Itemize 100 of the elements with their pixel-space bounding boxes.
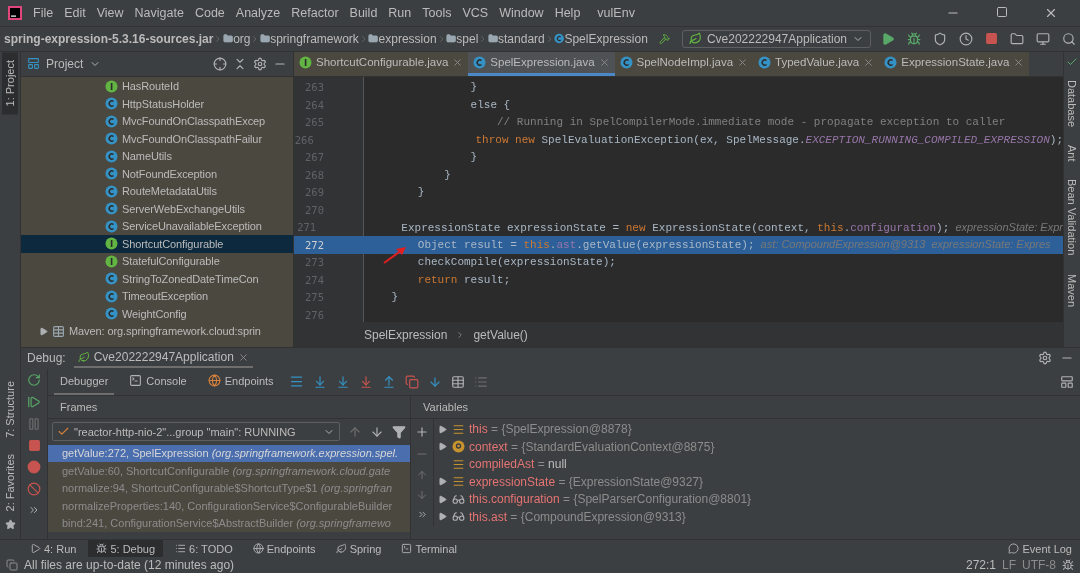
- menu-item[interactable]: View: [96, 5, 124, 20]
- pause-icon[interactable]: [27, 416, 41, 431]
- tree-item[interactable]: RouteMetadataUtils: [122, 185, 217, 198]
- tree-item[interactable]: NameUtils: [122, 150, 172, 163]
- editor-tab[interactable]: ShortcutConfigurable.java: [294, 51, 469, 76]
- add-icon[interactable]: [415, 424, 429, 439]
- menu-item[interactable]: Edit: [64, 5, 86, 20]
- tree-item[interactable]: WeightConfig: [122, 308, 187, 320]
- layout-icon[interactable]: [1060, 374, 1074, 389]
- stack-frame[interactable]: getValue:272, SpelExpression (org.springframework.expression.spel.: [48, 444, 410, 463]
- evaluate-icon[interactable]: [450, 374, 465, 389]
- resume-icon[interactable]: [27, 394, 41, 409]
- variable-entry[interactable]: context = {StandardEvaluationContext@8875}: [469, 440, 715, 454]
- menu-item[interactable]: Build: [349, 5, 378, 20]
- tree-item[interactable]: ServerWebExchangeUtils: [122, 203, 245, 215]
- menu-item[interactable]: Navigate: [134, 5, 184, 20]
- run-to-cursor-icon[interactable]: [427, 374, 442, 389]
- variable-entry[interactable]: this.ast = {CompoundExpression@9313}: [469, 510, 686, 524]
- debug-icon[interactable]: [907, 31, 921, 46]
- close-tab-icon[interactable]: [737, 56, 749, 68]
- file-encoding[interactable]: UTF-8: [1022, 558, 1056, 573]
- breadcrumb-item[interactable]: org: [233, 31, 251, 46]
- stop-icon[interactable]: [985, 32, 998, 46]
- breadcrumb-item[interactable]: SpelExpression: [364, 327, 448, 342]
- variable-entry[interactable]: compiledAst = null: [469, 457, 567, 472]
- breadcrumb-item[interactable]: standard: [498, 31, 545, 46]
- tree-item[interactable]: Maven: org.springframework.cloud:sprin: [69, 325, 261, 338]
- breadcrumb-item[interactable]: getValue(): [473, 327, 528, 342]
- tree-item[interactable]: MvcFoundOnClasspathFailur: [122, 133, 262, 145]
- line-separator[interactable]: LF: [1002, 558, 1016, 573]
- close-tab-icon[interactable]: [1013, 56, 1025, 68]
- tree-item[interactable]: HttpStatusHolder: [122, 98, 205, 110]
- panel-title[interactable]: Project: [46, 56, 84, 71]
- variable-entry[interactable]: expressionState = {ExpressionState@9327}: [469, 475, 704, 489]
- tool-window-button[interactable]: Terminal: [393, 540, 465, 558]
- project-structure-icon[interactable]: [1010, 31, 1024, 46]
- thread-dropdown[interactable]: "reactor-http-nio-2"...group "main": RUNNING: [52, 422, 340, 442]
- drop-frame-icon[interactable]: [404, 374, 419, 389]
- tool-window-button[interactable]: 5: Debug: [88, 540, 164, 558]
- breadcrumb-item[interactable]: spring-expression-5.3.16-sources.jar: [4, 31, 214, 46]
- tree-item[interactable]: TimeoutException: [122, 290, 209, 303]
- settings-icon[interactable]: [253, 56, 267, 71]
- expand-icon[interactable]: [39, 327, 48, 336]
- coverage-icon[interactable]: [933, 31, 947, 46]
- tree-item[interactable]: HasRouteId: [122, 80, 180, 93]
- rerun-icon[interactable]: [27, 372, 41, 387]
- tool-window-button[interactable]: 4: Run: [22, 540, 85, 558]
- force-step-icon[interactable]: [358, 374, 373, 389]
- locate-icon[interactable]: [213, 56, 227, 71]
- menu-item[interactable]: File: [33, 5, 54, 20]
- profile-icon[interactable]: [959, 31, 973, 46]
- breadcrumb-item[interactable]: spel: [456, 31, 479, 46]
- menu-item[interactable]: Help: [554, 5, 581, 20]
- breadcrumb-item[interactable]: expression: [378, 31, 437, 46]
- side-tab[interactable]: 7: Structure: [2, 372, 18, 446]
- editor-tab[interactable]: SpelExpression.java: [468, 51, 615, 76]
- trace-icon[interactable]: [473, 374, 488, 389]
- editor-tab[interactable]: ExpressionState.java: [879, 51, 1030, 76]
- side-tab[interactable]: Ant: [1065, 138, 1079, 168]
- menu-item[interactable]: Window: [499, 5, 544, 20]
- breakpoints-icon[interactable]: [27, 459, 41, 474]
- run-icon[interactable]: [881, 31, 895, 46]
- menu-item[interactable]: VCS: [462, 5, 489, 20]
- step-over-icon[interactable]: [312, 374, 327, 389]
- close-tab-icon[interactable]: [452, 56, 464, 68]
- filter-icon[interactable]: [392, 424, 406, 439]
- editor-tab[interactable]: SpelNodeImpl.java: [614, 51, 754, 76]
- side-tab[interactable]: 2: Favorites: [2, 445, 18, 520]
- menu-item[interactable]: Refactor: [291, 5, 339, 20]
- close-tab-icon[interactable]: [598, 56, 610, 68]
- cursor-position[interactable]: 272:1: [965, 558, 996, 573]
- build-icon[interactable]: [658, 31, 670, 46]
- close-tab-icon[interactable]: [237, 351, 249, 363]
- menu-icon[interactable]: [288, 374, 304, 390]
- menu-item[interactable]: Code: [194, 5, 225, 20]
- up-icon[interactable]: [348, 424, 362, 439]
- editor-tab[interactable]: TypedValue.java: [753, 51, 880, 76]
- stop-icon[interactable]: [27, 438, 41, 452]
- breadcrumb-item[interactable]: SpelExpression: [564, 31, 648, 46]
- tree-item[interactable]: ServiceUnavailableException: [122, 220, 262, 233]
- step-into-icon[interactable]: [335, 374, 350, 389]
- settings-icon[interactable]: [1038, 351, 1052, 366]
- debug-tab[interactable]: Endpoints: [201, 368, 280, 395]
- menu-item[interactable]: Tools: [422, 5, 452, 20]
- side-tab[interactable]: Database: [1065, 73, 1079, 133]
- close-tab-icon[interactable]: [863, 56, 875, 68]
- collapse-icon[interactable]: [233, 56, 247, 71]
- tool-window-button[interactable]: Endpoints: [244, 540, 324, 558]
- session-tab[interactable]: Cve202222947Application: [73, 348, 253, 369]
- side-tab[interactable]: Bean Validation: [1065, 173, 1079, 262]
- search-icon[interactable]: [1062, 31, 1076, 46]
- mute-breakpoints-icon[interactable]: [27, 481, 41, 496]
- tree-item[interactable]: MvcFoundOnClasspathExcep: [122, 115, 266, 128]
- tool-window-button[interactable]: 6: TODO: [167, 540, 241, 558]
- tree-item[interactable]: NotFoundException: [122, 168, 217, 180]
- menu-item[interactable]: Run: [388, 5, 412, 20]
- run-config-dropdown[interactable]: Cve202222947Application: [681, 29, 871, 48]
- debug-tab[interactable]: Debugger: [54, 368, 115, 395]
- breadcrumb-item[interactable]: springframework: [270, 31, 359, 46]
- side-tab[interactable]: 1: Project: [2, 51, 18, 115]
